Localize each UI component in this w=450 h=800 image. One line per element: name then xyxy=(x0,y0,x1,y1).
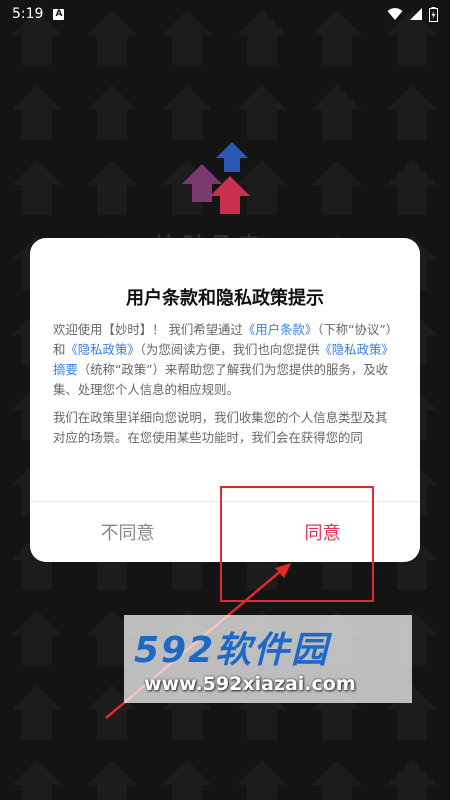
annotation-highlight-box xyxy=(220,486,374,602)
dialog-paragraph-1: 欢迎使用【妙时】！ 我们希望通过《用户条款》（下称“协议”）和《隐私政策》（为您… xyxy=(53,320,399,400)
dialog-paragraph-2: 我们在政策里详细向您说明，我们收集您的个人信息类型及其对应的场景。在您使用某些功… xyxy=(53,410,388,445)
dialog-title: 用户条款和隐私政策提示 xyxy=(126,288,324,309)
text-segment: 欢迎使用【妙时】！ 我们希望通过 xyxy=(53,322,243,337)
watermark-url: www.592xiazai.com xyxy=(144,673,356,695)
status-bar: 5:19 A xyxy=(0,0,450,28)
disagree-button[interactable]: 不同意 xyxy=(30,502,225,562)
watermark: 592软件园 www.592xiazai.com xyxy=(124,615,412,703)
text-segment: （为您阅读方便，我们也向您提供 xyxy=(139,342,320,357)
dialog-body: 欢迎使用【妙时】！ 我们希望通过《用户条款》（下称“协议”）和《隐私政策》（为您… xyxy=(53,320,399,460)
user-terms-link[interactable]: 《用户条款》 xyxy=(243,322,317,337)
watermark-brand: 592软件园 xyxy=(134,630,330,671)
wifi-icon xyxy=(387,8,403,20)
text-segment: （统称“政策”）来帮助您了解我们为您提供的服务，及收集、处理您个人信息的相应规则… xyxy=(53,362,388,397)
notification-icon: A xyxy=(53,8,65,20)
privacy-policy-link[interactable]: 《隐私政策》 xyxy=(65,342,139,357)
status-time: 5:19 xyxy=(12,6,44,22)
battery-icon xyxy=(429,6,438,22)
app-logo-icon xyxy=(182,142,250,214)
signal-icon xyxy=(410,8,422,20)
